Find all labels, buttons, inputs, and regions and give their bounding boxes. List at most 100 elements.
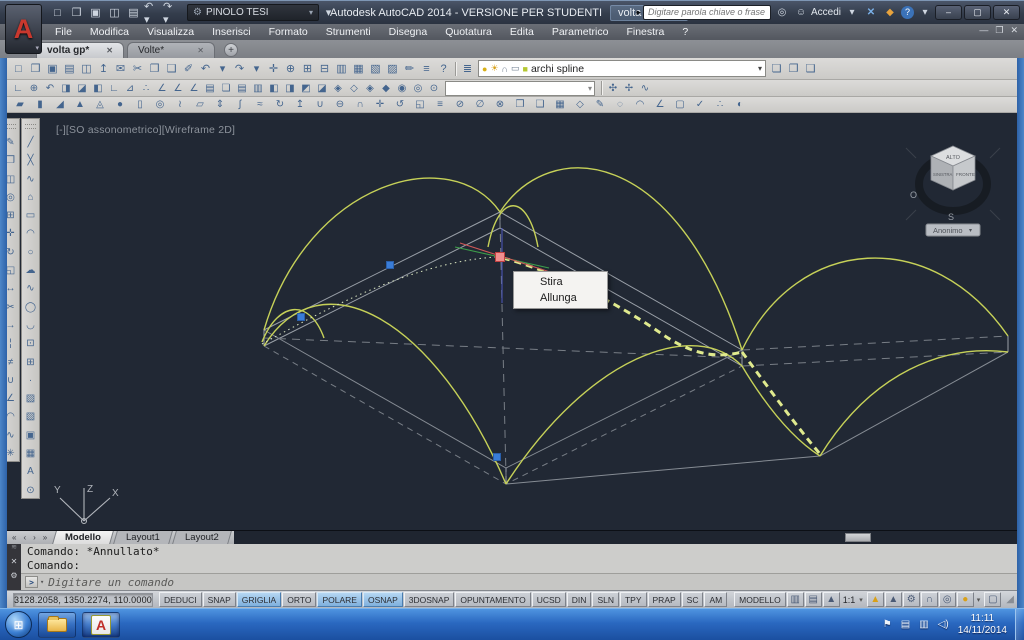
- status-toggle-button[interactable]: OSNAP: [363, 592, 403, 607]
- view-right-icon[interactable]: ◨: [283, 81, 298, 95]
- quick-view-layouts-icon[interactable]: ▥: [787, 592, 804, 607]
- taskbar-explorer-button[interactable]: [38, 612, 76, 638]
- status-toggle-button[interactable]: 3DOSNAP: [404, 592, 455, 607]
- ucs-z-icon[interactable]: ∠: [187, 81, 202, 95]
- menu-item[interactable]: Finestra: [617, 26, 673, 38]
- 3dscale-icon[interactable]: ◱: [411, 98, 430, 112]
- view-front-icon[interactable]: ◩: [299, 81, 314, 95]
- make-object-layer-current-icon[interactable]: ❐: [786, 61, 802, 77]
- quickcalc-icon[interactable]: ≡: [419, 61, 435, 77]
- splitter-handle[interactable]: [845, 533, 871, 542]
- mtext-icon[interactable]: A: [23, 464, 38, 480]
- doc-close-icon[interactable]: ✕: [1010, 25, 1018, 36]
- volume-icon[interactable]: ◁): [938, 619, 949, 630]
- sheetset-manager-icon[interactable]: ▨: [385, 61, 401, 77]
- close-command-icon[interactable]: ✕: [11, 557, 18, 566]
- view-left-icon[interactable]: ◧: [267, 81, 282, 95]
- selected-spline-dotted[interactable]: [262, 257, 497, 344]
- doc-minimize-icon[interactable]: —: [979, 25, 988, 36]
- layer-control-dropdown[interactable]: ●☀∩▭■ archi spline ▾: [478, 60, 766, 77]
- markup-icon[interactable]: ✏: [402, 61, 418, 77]
- publish-icon[interactable]: ↥: [96, 61, 112, 77]
- help-caret-icon[interactable]: ▾: [917, 4, 933, 20]
- command-prompt-icon[interactable]: >: [25, 576, 38, 588]
- render-icon[interactable]: ◐: [731, 98, 750, 112]
- status-toggle-button[interactable]: DEDUCI: [159, 592, 202, 607]
- zoom-previous-icon[interactable]: ⊟: [317, 61, 333, 77]
- rectangle-icon[interactable]: ▭: [23, 208, 38, 224]
- viewcube[interactable]: ALTO SINISTRA FRONTE O S Anonimo ▾: [906, 146, 1000, 236]
- quick-view-drawings-icon[interactable]: ▤: [805, 592, 822, 607]
- status-toggle-button[interactable]: SC: [682, 592, 704, 607]
- qat-open-icon[interactable]: ❒: [68, 4, 85, 21]
- qat-plot-icon[interactable]: ▤: [125, 4, 142, 21]
- sphere-icon[interactable]: ●: [111, 98, 130, 112]
- section-plane-icon[interactable]: ⊘: [451, 98, 470, 112]
- tab-close-icon[interactable]: ✕: [197, 46, 204, 55]
- search-input[interactable]: [643, 5, 771, 20]
- command-input-line[interactable]: > ▾ Digitare un comando: [21, 574, 1017, 590]
- redo-caret-icon[interactable]: ▾: [249, 61, 265, 77]
- box-icon[interactable]: ▮: [31, 98, 50, 112]
- performance-bulb-icon[interactable]: ●: [957, 592, 974, 607]
- exchange-apps-icon[interactable]: ✕: [863, 4, 879, 20]
- sweep-icon[interactable]: ∫: [231, 98, 250, 112]
- ucs-view-icon[interactable]: ◧: [91, 81, 106, 95]
- toolbar-lock-icon[interactable]: ∩: [921, 592, 938, 607]
- menu-item[interactable]: Inserisci: [203, 26, 260, 38]
- view-bottom-icon[interactable]: ▥: [251, 81, 266, 95]
- ucs-face-icon[interactable]: ◨: [59, 81, 74, 95]
- status-toggle-button[interactable]: TPY: [620, 592, 647, 607]
- menu-item[interactable]: File: [46, 26, 81, 38]
- thicken-icon[interactable]: ▦: [551, 98, 570, 112]
- polyline-icon[interactable]: ∿: [23, 171, 38, 187]
- chevron-down-icon[interactable]: ▾: [977, 596, 981, 604]
- region-icon[interactable]: ▣: [23, 427, 38, 443]
- etransmit-icon[interactable]: ✉: [113, 61, 129, 77]
- help-icon[interactable]: ?: [901, 6, 914, 19]
- ellipse-icon[interactable]: ◯: [23, 299, 38, 315]
- file-tab[interactable]: volta gp* ✕: [36, 42, 124, 58]
- planesurf-icon[interactable]: ▱: [191, 98, 210, 112]
- layout-tab[interactable]: Layout2: [172, 531, 232, 544]
- layer-properties-icon[interactable]: ≣: [460, 61, 476, 77]
- start-button[interactable]: ⊞: [5, 611, 32, 638]
- 3drotate-icon[interactable]: ↺: [391, 98, 410, 112]
- 3dmove-icon[interactable]: ✛: [371, 98, 390, 112]
- wedge-icon[interactable]: ◢: [51, 98, 70, 112]
- named-ucs-icon[interactable]: ▤: [203, 81, 218, 95]
- vs-realistic-icon[interactable]: ◉: [395, 81, 410, 95]
- command-history[interactable]: Comando: *Annullato* Comando:: [21, 544, 1017, 574]
- properties-icon[interactable]: ▥: [334, 61, 350, 77]
- viewport-controls-label[interactable]: [-][SO assonometrico][Wireframe 2D]: [56, 124, 235, 136]
- context-menu-item[interactable]: Allunga: [514, 290, 607, 306]
- signin-caret-icon[interactable]: ▾: [844, 4, 860, 20]
- torus-icon[interactable]: ◎: [151, 98, 170, 112]
- point-cloud-icon[interactable]: ∴: [711, 98, 730, 112]
- redo-icon[interactable]: ↷: [232, 61, 248, 77]
- designcenter-icon[interactable]: ▦: [351, 61, 367, 77]
- layer-freeze-sun-icon[interactable]: ☀: [490, 63, 498, 74]
- layer-plot-icon[interactable]: ▭: [511, 63, 520, 74]
- file-tab[interactable]: Volte* ✕: [127, 42, 215, 58]
- point-icon[interactable]: ·: [23, 373, 38, 389]
- arc-icon[interactable]: ◠: [23, 226, 38, 242]
- new-tab-button[interactable]: +: [224, 43, 238, 57]
- layout-nav-last-icon[interactable]: »: [40, 531, 51, 544]
- view-back-icon[interactable]: ◪: [315, 81, 330, 95]
- convtosurface-icon[interactable]: ❑: [531, 98, 550, 112]
- 3dalign-icon[interactable]: ≡: [431, 98, 450, 112]
- menu-item[interactable]: Edita: [501, 26, 543, 38]
- action-center-flag-icon[interactable]: ⚑: [883, 619, 892, 630]
- layout-nav-next-icon[interactable]: ›: [30, 531, 40, 544]
- camera-icon[interactable]: ◎: [411, 81, 426, 95]
- layer-states-icon[interactable]: ❏: [769, 61, 785, 77]
- slice-icon[interactable]: ∅: [471, 98, 490, 112]
- status-toggle-button[interactable]: POLARE: [317, 592, 362, 607]
- steering-wheel-icon[interactable]: ◎: [939, 592, 956, 607]
- taskbar-autocad-button[interactable]: A: [82, 612, 120, 638]
- paste-icon[interactable]: ❑: [164, 61, 180, 77]
- menu-item[interactable]: Visualizza: [138, 26, 203, 38]
- ucs-3point-icon[interactable]: ∴: [139, 81, 154, 95]
- table-icon[interactable]: ▦: [23, 446, 38, 462]
